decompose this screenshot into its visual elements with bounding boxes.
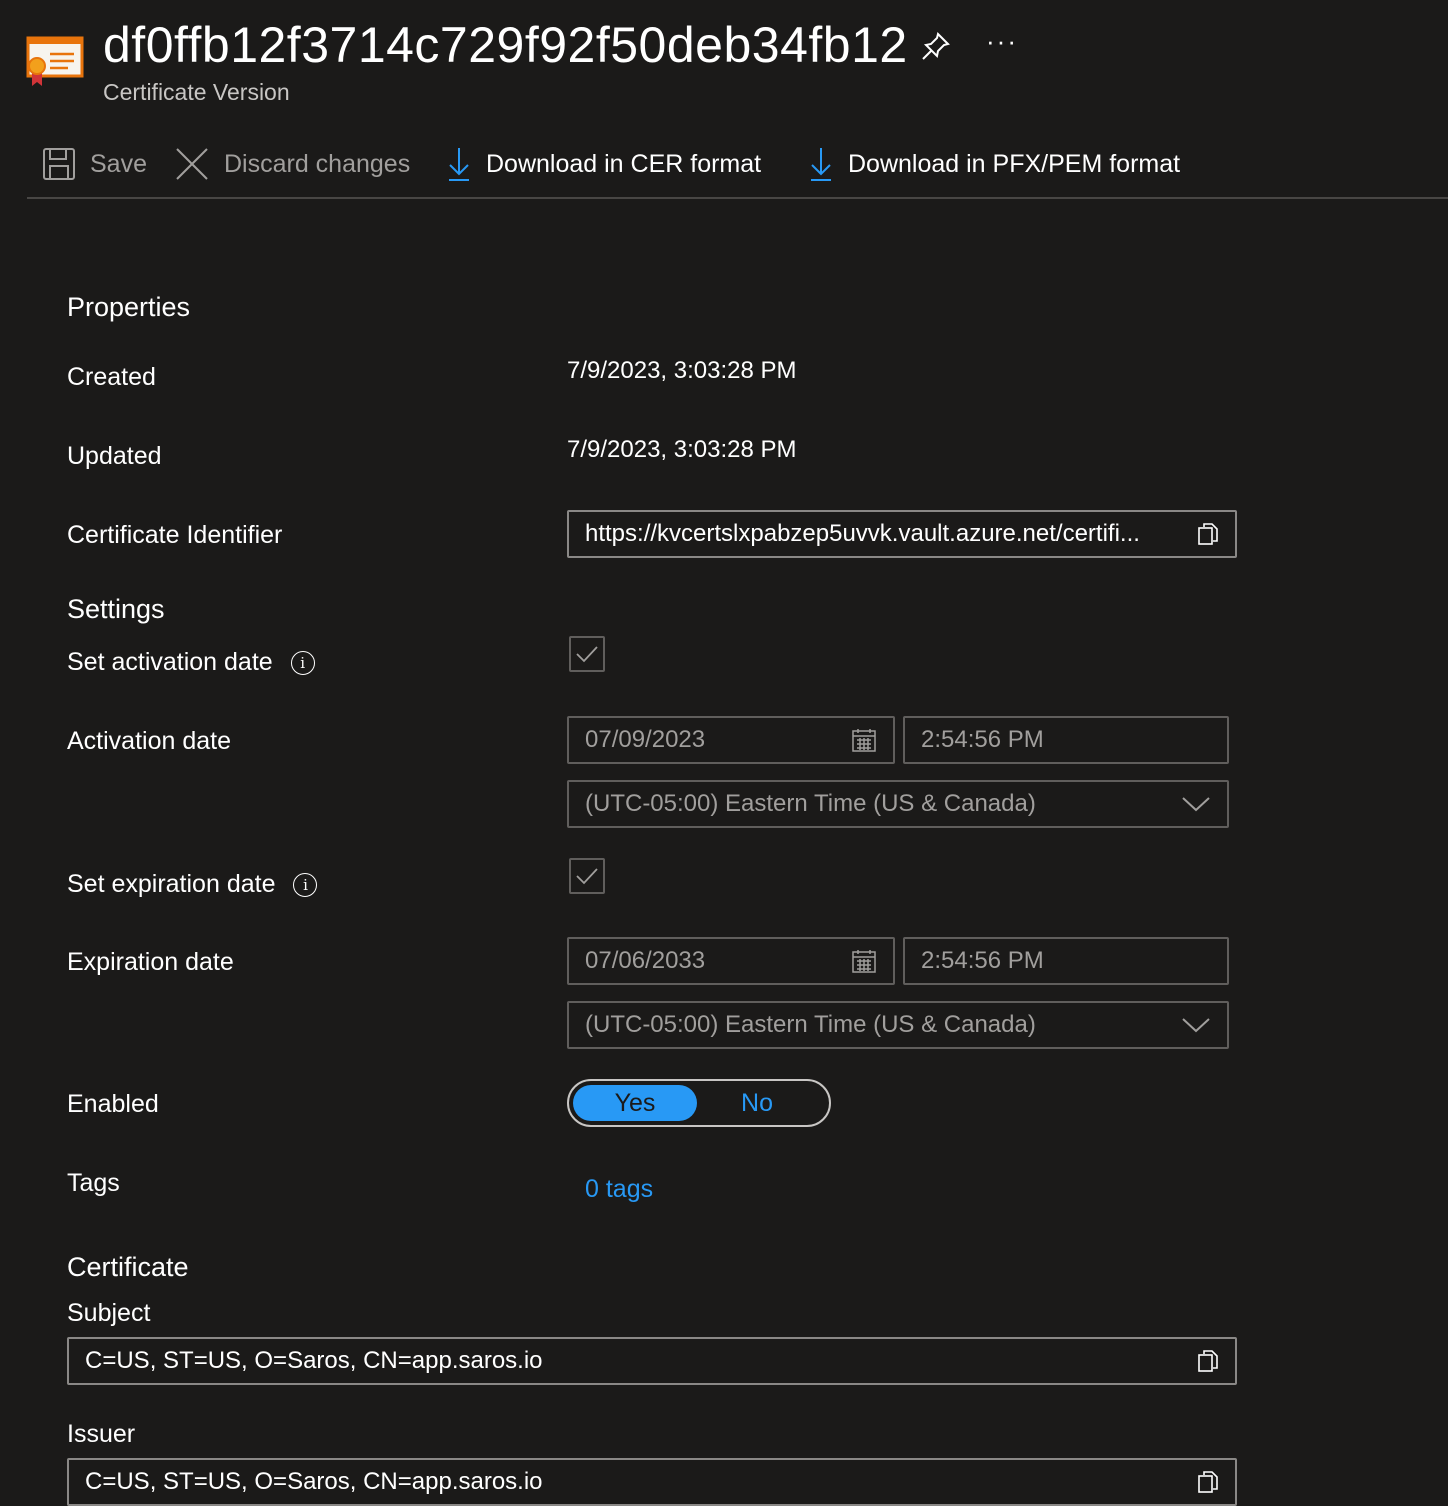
download-cer-button[interactable]: Download in CER format [446,146,761,182]
copy-icon[interactable] [1197,1470,1219,1494]
issuer-label: Issuer [67,1420,136,1448]
identifier-field[interactable]: https://kvcertslxpabzep5uvvk.vault.azure… [567,510,1237,558]
subject-field[interactable]: C=US, ST=US, O=Saros, CN=app.saros.io [67,1337,1237,1385]
discard-changes-button[interactable]: Discard changes [174,146,410,182]
checkmark-icon [576,868,598,885]
set-expiration-label: Set expiration date i [67,870,318,899]
subject-value: C=US, ST=US, O=Saros, CN=app.saros.io [85,1347,543,1374]
save-button[interactable]: Save [42,146,147,182]
settings-heading: Settings [67,594,165,624]
info-icon[interactable]: i [293,873,318,898]
created-label: Created [67,363,156,391]
certificate-heading: Certificate [67,1252,189,1282]
save-icon [43,148,75,180]
calendar-icon[interactable] [851,727,877,753]
set-activation-checkbox[interactable] [569,636,605,672]
issuer-field[interactable]: C=US, ST=US, O=Saros, CN=app.saros.io [67,1458,1237,1506]
set-expiration-checkbox[interactable] [569,858,605,894]
save-label: Save [90,149,147,178]
download-icon [449,148,469,181]
updated-label: Updated [67,442,162,470]
identifier-label: Certificate Identifier [67,521,283,549]
expiration-time-input[interactable]: 2:54:56 PM [903,937,1229,985]
activation-timezone-select[interactable]: (UTC-05:00) Eastern Time (US & Canada) [567,780,1229,828]
expiration-time-value: 2:54:56 PM [921,947,1044,974]
properties-heading: Properties [67,292,191,322]
enabled-toggle[interactable]: Yes No [567,1079,831,1127]
discard-label: Discard changes [224,149,411,178]
identifier-value: https://kvcertslxpabzep5uvvk.vault.azure… [585,520,1140,547]
set-activation-text: Set activation date [67,648,273,676]
issuer-value: C=US, ST=US, O=Saros, CN=app.saros.io [85,1468,543,1495]
pin-icon[interactable] [920,30,952,62]
activation-timezone-value: (UTC-05:00) Eastern Time (US & Canada) [585,790,1036,817]
copy-icon[interactable] [1197,1349,1219,1373]
activation-date-input[interactable]: 07/09/2023 [567,716,895,764]
copy-icon[interactable] [1197,522,1219,546]
download-cer-label: Download in CER format [486,149,762,178]
toolbar-divider [27,197,1448,199]
info-icon[interactable]: i [290,651,315,676]
expiration-timezone-value: (UTC-05:00) Eastern Time (US & Canada) [585,1011,1036,1038]
page-title: df0ffb12f3714c729f92f50deb34fb12 [103,17,908,73]
expiration-date-input[interactable]: 07/06/2033 [567,937,895,985]
more-icon[interactable]: ··· [986,26,1018,57]
set-expiration-text: Set expiration date [67,870,276,898]
chevron-down-icon [1182,1018,1210,1033]
certificate-icon [26,34,84,88]
enabled-label: Enabled [67,1090,159,1118]
tags-link[interactable]: 0 tags [585,1175,653,1204]
tags-label: Tags [67,1169,120,1197]
download-icon [811,148,831,181]
expiration-date-label: Expiration date [67,948,234,976]
subject-label: Subject [67,1299,151,1327]
close-icon [176,148,208,180]
created-value: 7/9/2023, 3:03:28 PM [567,357,797,384]
set-activation-label: Set activation date i [67,648,315,677]
enabled-no-option[interactable]: No [697,1089,825,1118]
activation-date-value: 07/09/2023 [585,726,706,753]
chevron-down-icon [1182,797,1210,812]
checkmark-icon [576,646,598,663]
download-pfx-label: Download in PFX/PEM format [848,149,1181,178]
download-pfx-button[interactable]: Download in PFX/PEM format [808,146,1180,182]
activation-time-value: 2:54:56 PM [921,726,1044,753]
expiration-timezone-select[interactable]: (UTC-05:00) Eastern Time (US & Canada) [567,1001,1229,1049]
enabled-yes-option[interactable]: Yes [573,1085,697,1121]
activation-time-input[interactable]: 2:54:56 PM [903,716,1229,764]
updated-value: 7/9/2023, 3:03:28 PM [567,436,797,463]
calendar-icon[interactable] [851,948,877,974]
expiration-date-value: 07/06/2033 [585,947,706,974]
activation-date-label: Activation date [67,727,231,755]
page-subtitle: Certificate Version [103,79,290,105]
